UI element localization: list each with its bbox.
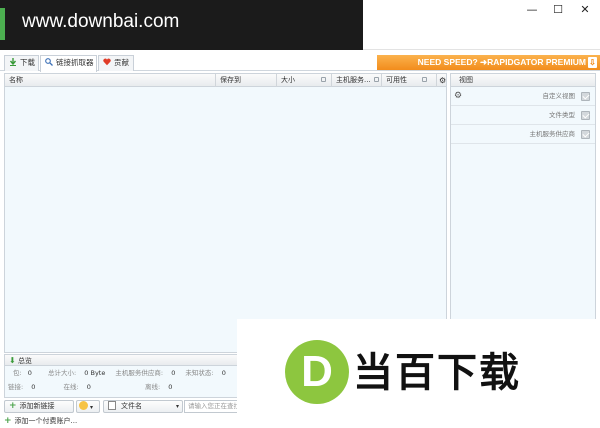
host-checkbox[interactable] [581, 130, 590, 139]
toolbar [363, 20, 600, 50]
clipboard-icon [79, 401, 88, 410]
plus-icon: + [4, 416, 12, 426]
column-name[interactable]: 名称 [5, 74, 216, 87]
search-input[interactable]: 请输入您正在查找 [184, 400, 238, 413]
maximize-button[interactable]: ☐ [545, 0, 571, 20]
view-option-custom-label: 自定义视图 [542, 92, 576, 100]
tab-contribute[interactable]: 贡献 [98, 55, 134, 71]
tab-link-grabber-label: 链接抓取器 [56, 58, 94, 67]
filter-select[interactable]: 文件名 ▾ [103, 400, 183, 413]
column-save-to[interactable]: 保存到 [216, 74, 277, 87]
collapse-arrow-icon[interactable]: ⬇ [9, 356, 16, 365]
view-option-host[interactable]: 主机服务供应商 [451, 125, 595, 144]
logo-badge: D [285, 340, 349, 404]
summary-row-1: 包: 0 总计大小: 0 Byte 主机服务供应商: 0 未知状态: 0 [13, 369, 226, 377]
add-new-links-button[interactable]: + 添加新链接 [4, 400, 74, 413]
chevron-down-icon: ▾ [175, 403, 179, 410]
column-size[interactable]: 大小 [277, 74, 332, 87]
add-premium-account-link[interactable]: + 添加一个付费账户... [4, 415, 77, 427]
view-option-filetype-label: 文件类型 [549, 111, 575, 119]
link-grabber-icon [45, 57, 53, 66]
lock-icon [422, 77, 427, 82]
table-header: 名称 保存到 大小 主机服务... 可用性 ⚙ [5, 74, 446, 87]
filetype-checkbox[interactable] [581, 111, 590, 120]
heart-icon [103, 57, 111, 66]
summary-title: 总览 [17, 357, 32, 365]
premium-promo-banner[interactable]: NEED SPEED? ➜RAPIDGATOR PREMIUM ⇩ [377, 55, 600, 70]
summary-row-2: 链接: 0 在线: 0 离线: 0 [8, 383, 173, 391]
view-option-filetype[interactable]: 文件类型 [451, 106, 595, 125]
tab-download[interactable]: 下载 [4, 55, 39, 71]
tab-contribute-label: 贡献 [114, 58, 129, 67]
logo-watermark: D 当百下载 [237, 319, 600, 428]
column-host[interactable]: 主机服务... [332, 74, 382, 87]
custom-view-checkbox[interactable] [581, 92, 590, 101]
view-option-host-label: 主机服务供应商 [529, 130, 576, 138]
view-panel-header: 视图 [451, 74, 595, 87]
download-arrow-icon [9, 57, 17, 66]
download-promo-icon: ⇩ [588, 57, 597, 68]
minimize-button[interactable]: — [519, 0, 545, 20]
watermark-banner: www.downbai.com [0, 0, 363, 50]
plus-icon: + [9, 401, 17, 411]
lock-icon [321, 77, 326, 82]
lock-icon [373, 77, 379, 82]
chevron-down-icon[interactable]: ▾ [90, 404, 93, 411]
tab-link-grabber[interactable]: 链接抓取器 [40, 55, 97, 72]
close-button[interactable]: ✕ [572, 0, 598, 20]
tab-download-label: 下载 [20, 58, 35, 67]
watermark-url: www.downbai.com [22, 11, 180, 32]
link-list-pane[interactable]: 名称 保存到 大小 主机服务... 可用性 ⚙ [4, 73, 447, 353]
promo-text: NEED SPEED? ➜RAPIDGATOR PREMIUM [417, 57, 586, 67]
clipboard-toggle-button[interactable]: ▾ [76, 400, 100, 413]
watermark-accent [0, 8, 5, 40]
column-settings-gear-icon[interactable]: ⚙ [437, 74, 448, 87]
logo-text: 当百下载 [353, 350, 521, 396]
column-availability[interactable]: 可用性 [382, 74, 437, 87]
gear-icon[interactable]: ⚙ [454, 92, 462, 101]
view-option-custom[interactable]: ⚙ 自定义视图 [451, 87, 595, 106]
file-icon [108, 401, 116, 410]
